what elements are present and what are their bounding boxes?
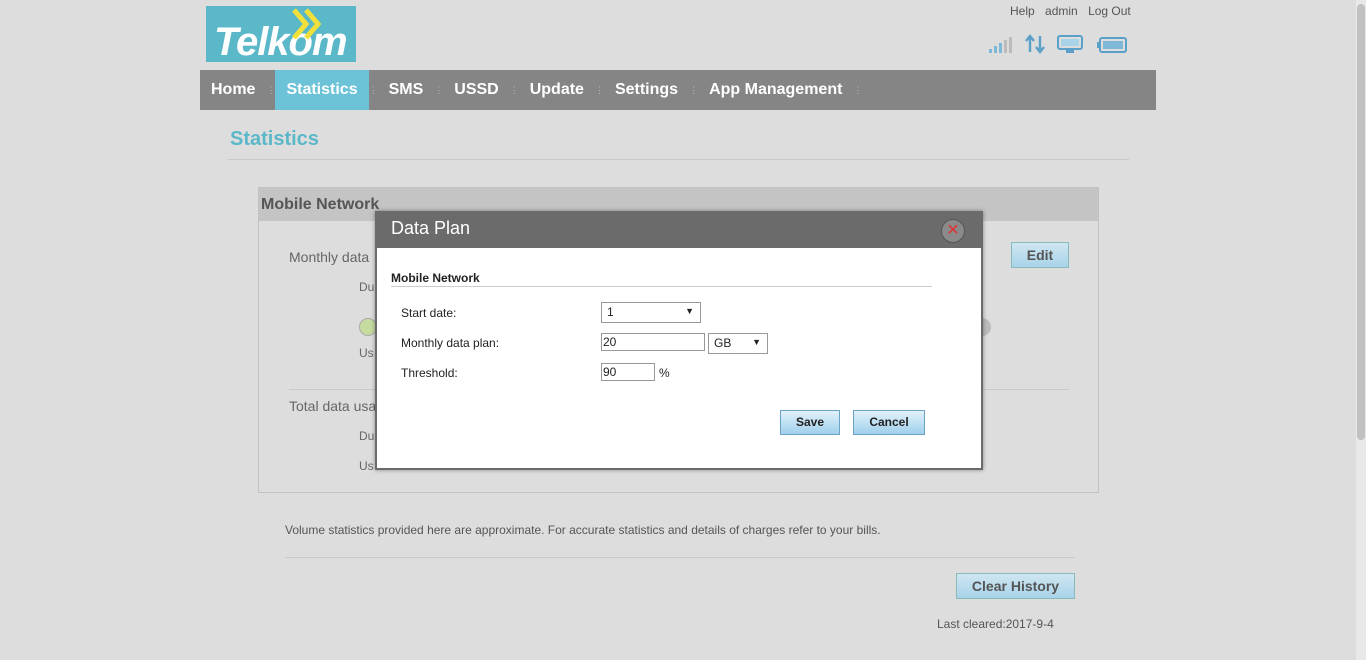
page-scrollbar[interactable]: [1356, 0, 1366, 660]
dialog-section-divider: [391, 286, 932, 287]
unit-select[interactable]: GB ▼: [708, 333, 768, 354]
start-date-select[interactable]: 1 ▼: [601, 302, 701, 323]
data-transfer-icon: [1025, 34, 1045, 54]
status-icons: [988, 34, 1128, 54]
help-link[interactable]: Help: [1010, 4, 1035, 18]
nav-separator: ⋮: [434, 84, 444, 95]
nav-separator: ⋮: [853, 84, 863, 95]
nav-separator: ⋮: [368, 84, 378, 95]
monitor-icon: [1057, 35, 1083, 53]
nav-separator: ⋮: [594, 84, 604, 95]
top-links: Help admin Log Out: [1010, 4, 1138, 18]
scrollbar-thumb[interactable]: [1357, 4, 1365, 440]
total-data-label: Total data usa: [289, 398, 377, 414]
nav-separator: ⋮: [266, 84, 276, 95]
nav-update[interactable]: Update: [519, 70, 595, 110]
nav-app-management[interactable]: App Management: [698, 70, 853, 110]
dialog-title: Data Plan: [391, 218, 471, 238]
monthly-plan-label: Monthly data plan:: [401, 336, 500, 350]
threshold-unit: %: [659, 366, 670, 380]
dialog-header: Data Plan ✕: [377, 213, 981, 248]
last-cleared-text: Last cleared:2017-9-4: [937, 617, 1054, 631]
monthly-data-label: Monthly data: [289, 249, 370, 265]
monthly-plan-input[interactable]: [601, 333, 705, 351]
dropdown-arrow-icon: ▼: [752, 337, 761, 347]
duration-label-2: Du: [359, 429, 375, 443]
threshold-input[interactable]: [601, 363, 655, 381]
start-date-label: Start date:: [401, 306, 457, 320]
signal-icon: [989, 37, 1012, 53]
page-title: Statistics: [230, 128, 319, 150]
cancel-button[interactable]: Cancel: [853, 410, 925, 435]
telkom-logo[interactable]: Telkom: [206, 6, 356, 62]
data-plan-dialog: Data Plan ✕ Mobile Network Start date: 1…: [375, 211, 983, 470]
battery-icon: [1097, 37, 1127, 53]
nav-sms[interactable]: SMS: [378, 70, 435, 110]
edit-button[interactable]: Edit: [1011, 242, 1069, 268]
close-icon[interactable]: ✕: [941, 219, 965, 243]
nav-separator: ⋮: [509, 84, 519, 95]
user-link[interactable]: admin: [1045, 4, 1078, 18]
used-label-2: Us: [359, 459, 374, 473]
unit-value: GB: [714, 336, 732, 350]
start-date-value: 1: [607, 305, 614, 319]
dialog-section-title: Mobile Network: [391, 271, 480, 285]
nav-settings[interactable]: Settings: [604, 70, 689, 110]
title-divider: [228, 159, 1129, 160]
nav-statistics[interactable]: Statistics: [275, 70, 369, 110]
save-button[interactable]: Save: [780, 410, 840, 435]
main-nav: Home ⋮ Statistics ⋮ SMS ⋮ USSD ⋮ Update …: [200, 70, 1156, 110]
used-label: Us: [359, 346, 374, 360]
clear-history-button[interactable]: Clear History: [956, 573, 1075, 599]
nav-separator: ⋮: [689, 84, 699, 95]
duration-label: Du: [359, 280, 375, 294]
nav-home[interactable]: Home: [200, 70, 266, 110]
statistics-note: Volume statistics provided here are appr…: [285, 523, 881, 537]
logout-link[interactable]: Log Out: [1088, 4, 1131, 18]
logo-chevron-icon: [292, 8, 322, 40]
threshold-label: Threshold:: [401, 366, 458, 380]
nav-ussd[interactable]: USSD: [443, 70, 509, 110]
note-divider: [285, 557, 1075, 558]
dropdown-arrow-icon: ▼: [685, 306, 694, 316]
